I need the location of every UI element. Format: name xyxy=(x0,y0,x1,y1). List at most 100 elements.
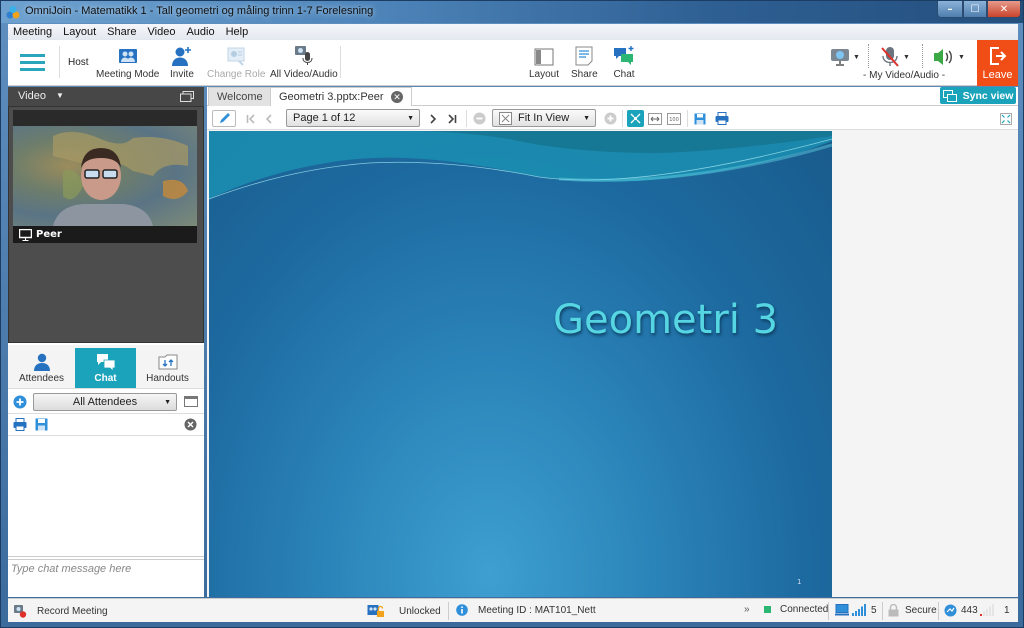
my-video-audio-label: - My Video/Audio - xyxy=(863,70,946,81)
main-toolbar: Host Meeting Mode Invite Change Role All… xyxy=(8,40,1018,86)
zoom-out-button[interactable] xyxy=(472,110,486,127)
recipient-select[interactable]: All Attendees ▼ xyxy=(33,393,177,411)
layout-button[interactable]: Layout xyxy=(529,44,559,80)
unlocked-icon xyxy=(367,605,384,617)
last-page-button[interactable] xyxy=(445,110,459,127)
next-page-button[interactable] xyxy=(427,110,439,127)
attendee-icon xyxy=(33,353,50,371)
sync-view-label: Sync view xyxy=(962,89,1014,102)
invite-button[interactable]: Invite xyxy=(170,44,194,80)
meeting-id-info[interactable]: Meeting ID : MAT101_Nett xyxy=(456,604,596,616)
tab-handouts-label: Handouts xyxy=(146,373,189,384)
zoom-in-icon xyxy=(604,112,616,125)
close-button[interactable]: ✕ xyxy=(987,1,1021,18)
share-label: Share xyxy=(571,69,598,80)
menu-audio[interactable]: Audio xyxy=(181,26,220,38)
tab-welcome-label: Welcome xyxy=(217,91,263,103)
print-icon[interactable] xyxy=(13,418,27,431)
dropdown-arrow-icon: ▼ xyxy=(903,53,910,61)
video-area: Peer xyxy=(8,106,204,343)
page-select[interactable]: Page 1 of 12 ▼ xyxy=(286,109,420,127)
speaker-dropdown[interactable]: ▼ xyxy=(933,48,965,66)
computer-icon xyxy=(835,604,849,616)
menu-share[interactable]: Share xyxy=(102,26,142,38)
zoom-mode-select[interactable]: Fit In View ▼ xyxy=(492,109,596,127)
expand-status-button[interactable]: » xyxy=(744,604,750,615)
maximize-button[interactable]: ☐ xyxy=(963,1,987,18)
meeting-lock-toggle[interactable]: Unlocked xyxy=(367,604,441,618)
close-tab-icon[interactable]: ✕ xyxy=(391,91,403,103)
change-role-button[interactable]: Change Role xyxy=(207,44,265,80)
webcam-icon xyxy=(831,49,849,66)
toolbar-divider xyxy=(340,46,341,78)
handouts-folder-icon xyxy=(158,354,177,370)
leave-button[interactable]: Leave xyxy=(977,40,1018,86)
add-icon[interactable] xyxy=(13,395,27,409)
first-page-button[interactable] xyxy=(244,110,258,127)
fit-in-view-button[interactable] xyxy=(627,110,644,127)
share-button[interactable]: Share xyxy=(571,44,598,80)
chat-message-input[interactable]: Type chat message here xyxy=(8,559,204,597)
chat-bubbles-icon xyxy=(614,46,634,65)
chat-message-log[interactable] xyxy=(8,435,204,557)
toolbar-divider xyxy=(687,110,688,127)
video-panel-header: Video ▼ xyxy=(8,87,204,106)
zoom-in-button[interactable] xyxy=(603,110,617,127)
zoom-mode-value: Fit In View xyxy=(518,112,570,124)
fit-width-button[interactable] xyxy=(647,110,663,127)
actual-size-button[interactable]: 100 xyxy=(666,110,682,127)
port-number: 443 xyxy=(961,605,978,616)
fit-in-view-icon xyxy=(630,113,641,124)
viewer-toolbar: Page 1 of 12 ▼ Fit In View ▼ 100 xyxy=(207,107,1018,130)
tab-geometri[interactable]: Geometri 3.pptx:Peer ✕ xyxy=(270,87,412,106)
signal-count: 5 xyxy=(871,604,877,616)
all-video-audio-icon xyxy=(294,46,313,65)
menu-video[interactable]: Video xyxy=(143,26,182,38)
popout-window-icon[interactable] xyxy=(180,91,194,102)
menu-help[interactable]: Help xyxy=(221,26,255,38)
security-status: Secure xyxy=(888,604,937,617)
tab-attendees[interactable]: Attendees xyxy=(11,348,72,388)
hamburger-menu-button[interactable] xyxy=(20,54,45,72)
page-select-value: Page 1 of 12 xyxy=(293,112,356,124)
save-icon[interactable] xyxy=(35,418,48,431)
video-feed[interactable]: Peer xyxy=(13,110,197,243)
all-video-audio-label: All Video/Audio xyxy=(270,69,338,80)
chat-input-placeholder: Type chat message here xyxy=(11,563,132,575)
invite-label: Invite xyxy=(170,69,194,80)
video-panel-dropdown-icon[interactable]: ▼ xyxy=(56,91,64,100)
meeting-mode-button[interactable]: Meeting Mode xyxy=(96,44,159,80)
presentation-slide[interactable]: Geometri 3 1 xyxy=(209,131,832,597)
network-quality[interactable]: 5 xyxy=(835,604,877,616)
clear-chat-icon[interactable] xyxy=(184,418,197,431)
info-icon xyxy=(456,604,468,616)
recipient-value: All Attendees xyxy=(72,396,138,408)
all-video-audio-button[interactable]: All Video/Audio xyxy=(270,44,338,80)
my-video-dropdown[interactable]: ▼ xyxy=(830,48,860,66)
record-icon xyxy=(14,605,27,618)
sync-view-button[interactable]: Sync view xyxy=(940,87,1016,104)
sync-view-icon xyxy=(942,89,957,102)
menu-meeting[interactable]: Meeting xyxy=(8,26,58,38)
previous-page-button[interactable] xyxy=(263,110,275,127)
my-microphone-dropdown[interactable]: ▼ xyxy=(880,46,910,68)
menu-layout[interactable]: Layout xyxy=(58,26,102,38)
tab-chat[interactable]: Chat xyxy=(75,348,136,388)
chat-button[interactable]: Chat xyxy=(613,44,635,80)
print-slide-button[interactable] xyxy=(714,110,730,127)
dropdown-arrow-icon: ▼ xyxy=(853,53,860,61)
layout-icon xyxy=(534,48,554,66)
tab-handouts[interactable]: Handouts xyxy=(137,348,198,388)
save-slide-button[interactable] xyxy=(693,110,707,127)
tab-welcome[interactable]: Welcome xyxy=(208,87,272,106)
svg-text:100: 100 xyxy=(669,117,679,123)
window-title: OmniJoin - Matematikk 1 - Tall geometri … xyxy=(25,5,374,17)
chat-window-icon[interactable] xyxy=(184,396,198,407)
meeting-id-label: Meeting ID : MAT101_Nett xyxy=(478,604,596,616)
globe-icon xyxy=(944,604,957,617)
minimize-button[interactable]: – xyxy=(937,1,963,18)
record-meeting-button[interactable]: Record Meeting xyxy=(13,604,108,618)
meeting-mode-label: Meeting Mode xyxy=(96,69,160,80)
fullscreen-button[interactable] xyxy=(999,110,1013,127)
annotate-button[interactable] xyxy=(212,110,236,127)
